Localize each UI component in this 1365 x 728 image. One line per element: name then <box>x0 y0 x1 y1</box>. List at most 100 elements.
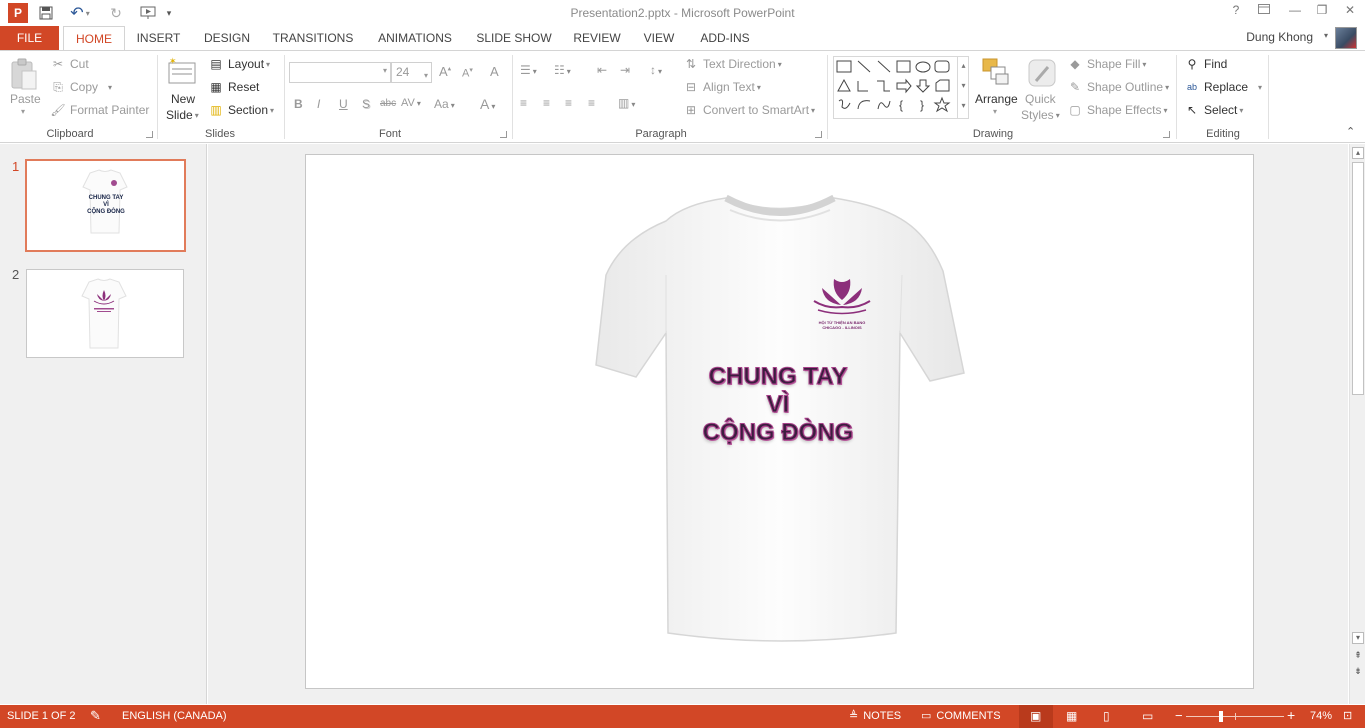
ribbon-display-options-icon[interactable] <box>1254 3 1274 21</box>
quick-styles-button[interactable]: Styles ▾ <box>1021 108 1060 122</box>
shapes-gallery-scroll[interactable]: ▴ ▾ ▾ <box>957 56 969 119</box>
columns-icon[interactable]: ▥ ▾ <box>618 96 635 110</box>
scroll-down-icon[interactable]: ▾ <box>1352 632 1364 644</box>
quick-styles-label-1[interactable]: Quick <box>1025 92 1056 106</box>
account-chevron-down-icon[interactable]: ▾ <box>1324 31 1328 40</box>
text-direction-button[interactable]: ⇅ Text Direction ▾ <box>683 57 782 71</box>
collapse-ribbon-icon[interactable]: ⌃ <box>1346 125 1355 138</box>
italic-button[interactable]: I <box>317 97 320 111</box>
slide-thumbnail-1[interactable]: CHUNG TAY VÌ CỘNG ĐÒNG <box>25 159 186 252</box>
shrink-font-icon[interactable]: A▾ <box>462 66 473 80</box>
underline-button[interactable]: U <box>339 97 348 111</box>
avatar[interactable] <box>1335 27 1357 49</box>
fit-to-window-icon[interactable]: ⊡ <box>1343 709 1352 722</box>
tab-home[interactable]: HOME <box>63 26 125 51</box>
drawing-dialog-launcher-icon[interactable] <box>1163 131 1170 138</box>
vertical-scrollbar[interactable]: ▴ ▾ ⇞ ⇟ <box>1349 144 1365 704</box>
shape-outline-button[interactable]: ✎ Shape Outline ▾ <box>1067 80 1169 94</box>
language-indicator[interactable]: ENGLISH (CANADA) <box>122 710 227 722</box>
normal-view-button[interactable]: ▣ <box>1019 705 1053 728</box>
user-name[interactable]: Dung Khong <box>1246 30 1313 44</box>
change-case-button[interactable]: Aa ▾ <box>434 97 455 111</box>
new-slide-icon[interactable]: ✶ <box>166 56 198 88</box>
shapes-gallery[interactable]: {} <box>833 56 969 119</box>
format-painter-button[interactable]: 🖌 Format Painter <box>50 103 149 117</box>
new-slide-label-1[interactable]: New <box>171 92 195 106</box>
convert-smartart-button[interactable]: ⊞ Convert to SmartArt ▾ <box>683 103 815 117</box>
bullets-icon[interactable]: ☰ ▾ <box>520 63 537 77</box>
increase-indent-icon[interactable]: ⇥ <box>620 63 630 77</box>
effects-icon: ▢ <box>1069 103 1081 117</box>
new-slide-button[interactable]: Slide ▾ <box>166 108 199 122</box>
reading-view-icon[interactable]: ▯ <box>1103 709 1110 723</box>
next-slide-icon[interactable]: ⇟ <box>1352 666 1364 678</box>
character-spacing-button[interactable]: AV ▾ <box>401 97 421 109</box>
scroll-thumb[interactable] <box>1352 162 1364 395</box>
paste-icon[interactable] <box>8 57 42 93</box>
find-button[interactable]: ⚲ Find <box>1184 57 1228 71</box>
font-color-button[interactable]: A ▾ <box>480 96 495 112</box>
numbering-icon[interactable]: ☷ ▾ <box>554 63 571 77</box>
select-button[interactable]: ↖ Select ▾ <box>1184 103 1243 117</box>
restore-icon[interactable]: ❐ <box>1312 3 1332 21</box>
tab-design[interactable]: DESIGN <box>198 26 256 50</box>
clipboard-dialog-launcher-icon[interactable] <box>146 131 153 138</box>
help-icon[interactable]: ? <box>1226 3 1246 21</box>
layout-button[interactable]: ▤ Layout ▾ <box>208 57 270 71</box>
paste-chevron-down-icon[interactable]: ▾ <box>21 107 25 116</box>
minimize-icon[interactable]: — <box>1285 3 1305 21</box>
paragraph-dialog-launcher-icon[interactable] <box>815 131 822 138</box>
align-left-icon[interactable]: ≡ <box>520 96 527 110</box>
cut-button[interactable]: ✂ Cut <box>50 57 89 71</box>
tab-animations[interactable]: ANIMATIONS <box>370 26 460 50</box>
shape-effects-button[interactable]: ▢ Shape Effects ▾ <box>1067 103 1167 117</box>
decrease-indent-icon[interactable]: ⇤ <box>597 63 607 77</box>
scroll-up-icon[interactable]: ▴ <box>1352 147 1364 159</box>
copy-button[interactable]: ⎘ Copy ▾ <box>50 80 112 94</box>
text-shadow-button[interactable]: S <box>362 97 370 111</box>
slide-canvas[interactable]: HỘI TỪ THIỆN AN BANG CHICAGO - ILLINOIS … <box>305 154 1254 689</box>
tab-add-ins[interactable]: ADD-INS <box>693 26 757 50</box>
close-icon[interactable]: ✕ <box>1340 3 1360 21</box>
zoom-out-icon[interactable]: − <box>1175 708 1183 723</box>
group-divider <box>827 55 828 139</box>
tab-review[interactable]: REVIEW <box>569 26 625 50</box>
headline-textbox[interactable]: CHUNG TAY VÌ CỘNG ĐÒNG <box>678 363 878 447</box>
tab-slide-show[interactable]: SLIDE SHOW <box>472 26 556 50</box>
arrange-button[interactable]: Arrange <box>975 92 1018 106</box>
spell-check-icon[interactable]: ✎ <box>90 708 101 724</box>
align-text-button[interactable]: ⊟ Align Text ▾ <box>683 80 761 94</box>
zoom-level[interactable]: 74% <box>1310 710 1332 722</box>
shape-fill-button[interactable]: ◆ Shape Fill ▾ <box>1067 57 1146 71</box>
arrange-icon[interactable] <box>980 57 1012 89</box>
justify-icon[interactable]: ≡ <box>588 96 595 110</box>
slide-sorter-icon[interactable]: ▦ <box>1066 709 1077 723</box>
tab-view[interactable]: VIEW <box>637 26 681 50</box>
tab-insert[interactable]: INSERT <box>131 26 186 50</box>
zoom-in-icon[interactable]: + <box>1287 707 1295 723</box>
line-spacing-icon[interactable]: ↕ ▾ <box>650 63 662 77</box>
reset-button[interactable]: ▦ Reset <box>208 80 259 94</box>
align-center-icon[interactable]: ≡ <box>543 96 550 110</box>
bold-button[interactable]: B <box>294 97 303 111</box>
align-right-icon[interactable]: ≡ <box>565 96 572 110</box>
arrange-chevron-down-icon[interactable]: ▾ <box>993 107 997 116</box>
notes-button[interactable]: ≜ NOTES <box>849 709 901 722</box>
section-button[interactable]: ▥ Section ▾ <box>208 103 274 117</box>
strikethrough-button[interactable]: abc <box>380 98 396 109</box>
zoom-slider-thumb[interactable] <box>1218 711 1223 722</box>
replace-button[interactable]: ab Replace ▾ <box>1184 80 1262 94</box>
tab-file[interactable]: FILE <box>0 26 59 50</box>
quick-styles-icon[interactable] <box>1026 57 1058 89</box>
font-name-combo[interactable]: ▾ <box>289 62 391 83</box>
grow-font-icon[interactable]: A▴ <box>439 64 451 79</box>
previous-slide-icon[interactable]: ⇞ <box>1352 650 1364 662</box>
paste-button[interactable]: Paste <box>10 92 41 106</box>
tab-transitions[interactable]: TRANSITIONS <box>268 26 358 50</box>
font-size-combo[interactable]: 24 ▾ <box>391 62 432 83</box>
clear-formatting-icon[interactable]: A <box>490 64 499 79</box>
comments-button[interactable]: ▭ COMMENTS <box>921 709 1001 722</box>
font-dialog-launcher-icon[interactable] <box>500 131 507 138</box>
slide-show-icon[interactable]: ▭ <box>1142 709 1153 723</box>
slide-thumbnail-2[interactable] <box>26 269 184 358</box>
